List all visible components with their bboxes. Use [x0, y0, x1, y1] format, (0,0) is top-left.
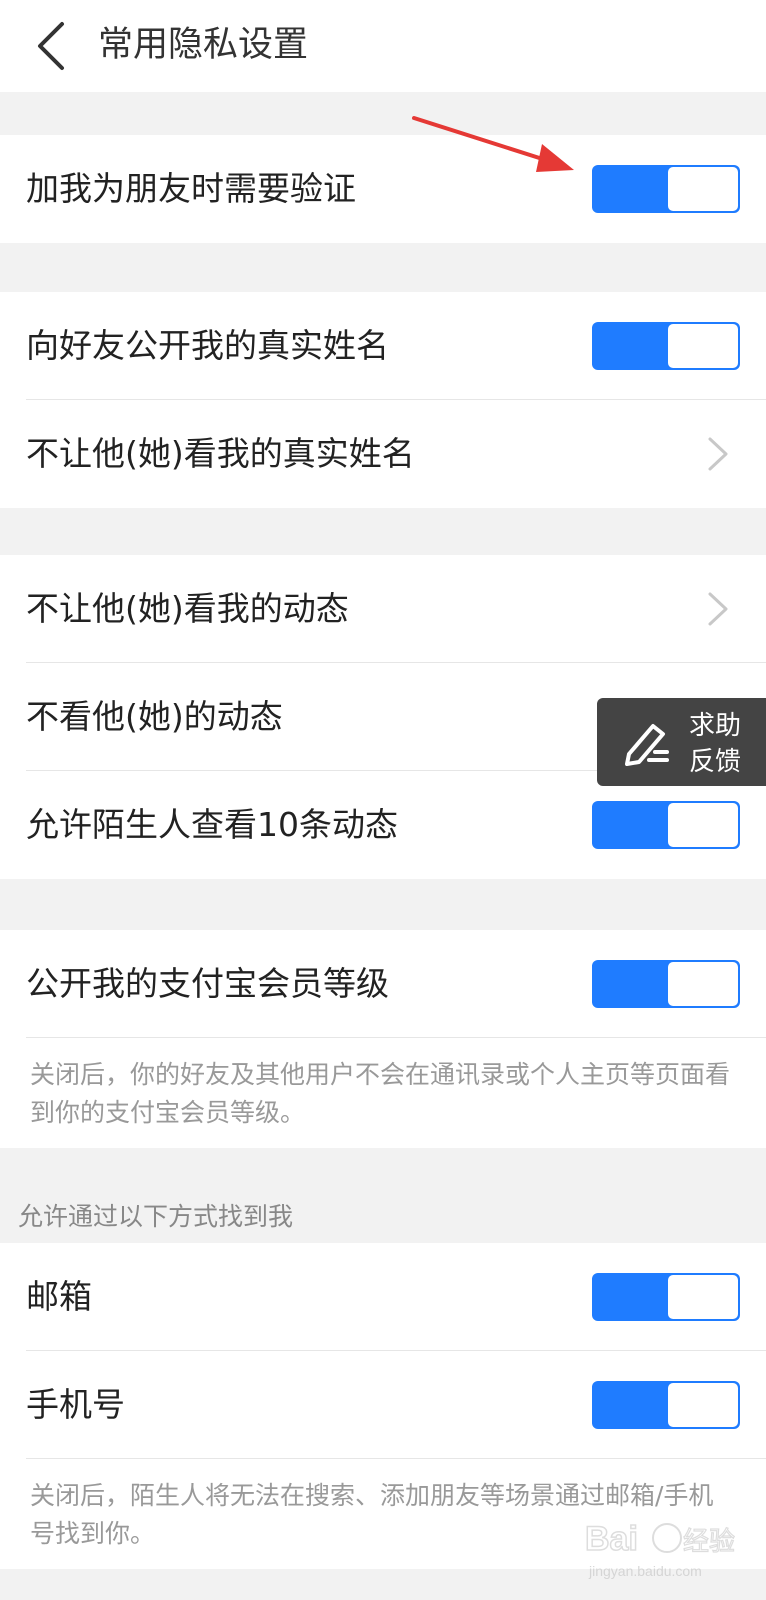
annotation-arrow-icon — [412, 116, 574, 172]
help-feedback-line2: 反馈 — [689, 747, 742, 777]
find-by-phone-label: 手机号 — [26, 1385, 125, 1424]
chevron-right-icon — [708, 592, 728, 626]
friend-verification-row[interactable]: 加我为朋友时需要验证 — [0, 135, 766, 243]
help-feedback-line1: 求助 — [689, 711, 742, 741]
pen-icon — [625, 724, 669, 766]
toggle-knob — [668, 1275, 738, 1319]
help-feedback-label: 求助 反馈 — [689, 708, 741, 780]
chevron-left-icon — [38, 22, 64, 70]
hide-moments-from-label: 不让他(她)看我的动态 — [26, 589, 349, 628]
svg-text:Bai: Bai — [585, 1520, 638, 1558]
watermark-logo-icon: Bai 经验 jingyan.baidu.com — [585, 1519, 735, 1579]
find-by-email-toggle[interactable] — [592, 1273, 740, 1321]
friend-verification-toggle[interactable] — [592, 165, 740, 213]
find-by-phone-toggle[interactable] — [592, 1381, 740, 1429]
header-bar: 常用隐私设置 — [0, 0, 766, 92]
toggle-knob — [668, 1383, 738, 1427]
find-me-section-header: 允许通过以下方式找到我 — [18, 1202, 294, 1231]
svg-text:经验: 经验 — [683, 1526, 735, 1556]
hide-moments-from-row[interactable]: 不让他(她)看我的动态 — [0, 555, 766, 663]
toggle-knob — [668, 167, 738, 211]
member-level-label: 公开我的支付宝会员等级 — [26, 964, 389, 1003]
find-by-email-row[interactable]: 邮箱 — [0, 1243, 766, 1351]
page-title: 常用隐私设置 — [98, 25, 309, 65]
help-feedback-button[interactable]: 求助 反馈 — [597, 698, 766, 786]
dont-see-moments-label: 不看他(她)的动态 — [26, 697, 283, 736]
friend-verification-label: 加我为朋友时需要验证 — [26, 169, 356, 208]
show-real-name-row[interactable]: 向好友公开我的真实姓名 — [0, 292, 766, 400]
find-by-phone-row[interactable]: 手机号 — [0, 1351, 766, 1459]
member-level-toggle[interactable] — [592, 960, 740, 1008]
show-real-name-label: 向好友公开我的真实姓名 — [26, 326, 389, 365]
strangers-view-row[interactable]: 允许陌生人查看10条动态 — [0, 771, 766, 879]
member-level-row[interactable]: 公开我的支付宝会员等级 — [0, 930, 766, 1038]
svg-text:jingyan.baidu.com: jingyan.baidu.com — [588, 1563, 702, 1579]
show-real-name-toggle[interactable] — [592, 322, 740, 370]
toggle-knob — [668, 803, 738, 847]
toggle-knob — [668, 324, 738, 368]
toggle-knob — [668, 962, 738, 1006]
strangers-view-label: 允许陌生人查看10条动态 — [26, 805, 398, 844]
chevron-right-icon — [708, 437, 728, 471]
find-by-email-label: 邮箱 — [26, 1277, 92, 1316]
back-button[interactable] — [28, 18, 78, 74]
hide-real-name-from-row[interactable]: 不让他(她)看我的真实姓名 — [0, 400, 766, 508]
hide-real-name-from-label: 不让他(她)看我的真实姓名 — [26, 434, 415, 473]
member-level-note: 关闭后，你的好友及其他用户不会在通讯录或个人主页等页面看到你的支付宝会员等级。 — [0, 1038, 766, 1148]
strangers-view-toggle[interactable] — [592, 801, 740, 849]
